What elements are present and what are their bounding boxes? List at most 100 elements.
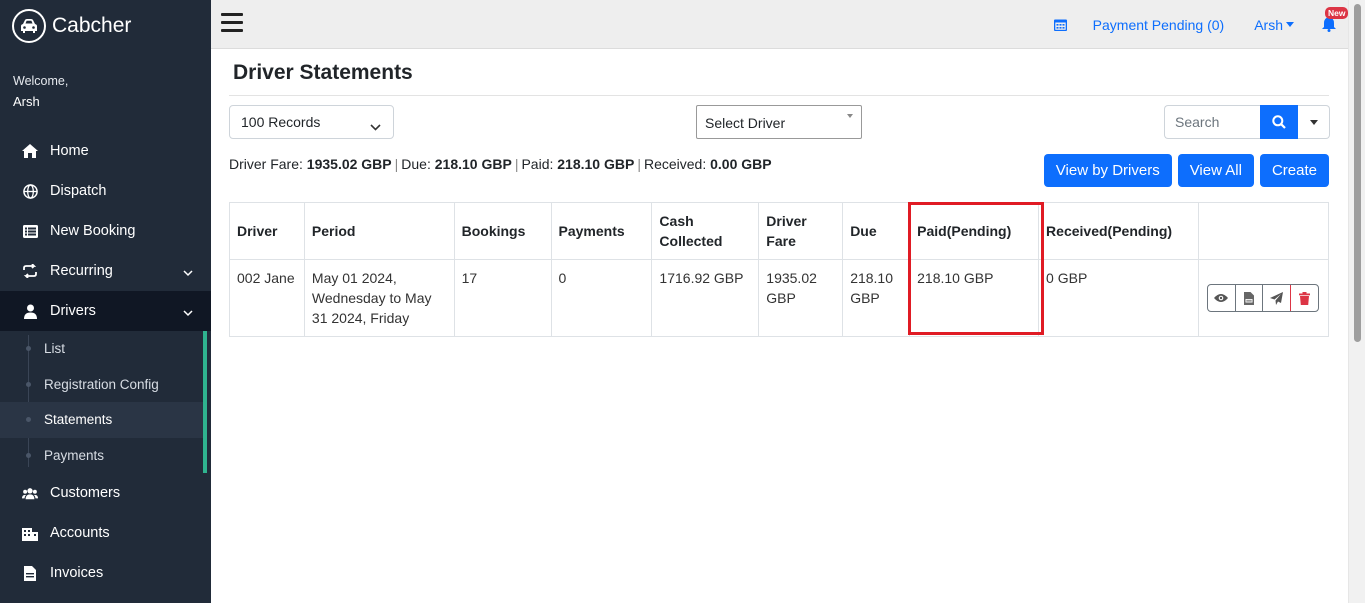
- records-per-page-select[interactable]: 100 Records: [229, 105, 394, 139]
- action-buttons: View by Drivers View All Create: [1043, 154, 1329, 187]
- sidebar-item-label: Accounts: [50, 525, 110, 541]
- trash-icon: [1299, 291, 1311, 305]
- user-menu[interactable]: Arsh: [1254, 17, 1294, 33]
- cell-received-pending: 0 GBP: [1038, 259, 1199, 337]
- cell-period: May 01 2024, Wednesday to May 31 2024, F…: [303, 259, 455, 337]
- cell-bookings: 17: [453, 259, 552, 337]
- send-button[interactable]: [1263, 285, 1292, 311]
- sidebar-item-label: Invoices: [50, 565, 104, 581]
- sidebar-nav: Home Dispatch New Booking Recurring Driv…: [0, 131, 211, 593]
- summary-received-label: Received:: [643, 156, 707, 172]
- list-icon: [22, 223, 38, 239]
- topbar-actions: Payment Pending (0) Arsh New: [1053, 0, 1349, 49]
- column-header[interactable]: Cash Collected: [651, 202, 760, 260]
- notifications-button[interactable]: New: [1322, 7, 1349, 32]
- statement-summary: Driver Fare: 1935.02 GBP | Due: 218.10 GBP…: [229, 156, 772, 172]
- hamburger-menu-icon[interactable]: [221, 13, 243, 33]
- calendar-icon[interactable]: [1053, 18, 1067, 31]
- column-header[interactable]: Bookings: [453, 202, 552, 260]
- delete-button[interactable]: [1290, 285, 1318, 311]
- sidebar-subitem-list[interactable]: List: [0, 331, 203, 367]
- caret-down-icon: [1309, 119, 1318, 125]
- search-options-dropdown[interactable]: [1298, 105, 1330, 139]
- cell-driver: 002 Jane: [229, 259, 305, 337]
- cell-driver-fare: 1935.02 GBP: [758, 259, 844, 337]
- view-all-button[interactable]: View All: [1177, 154, 1254, 187]
- table-header-row: Driver Period Bookings Payments Cash Col…: [229, 202, 1330, 260]
- sidebar-subitem-registration-config[interactable]: Registration Config: [0, 367, 203, 403]
- sidebar-item-recurring[interactable]: Recurring: [0, 251, 211, 291]
- brand-name: Cabcher: [52, 14, 132, 37]
- home-icon: [22, 143, 38, 159]
- summary-paid-label: Paid:: [521, 156, 554, 172]
- sidebar-subitem-payments[interactable]: Payments: [0, 438, 203, 474]
- welcome-user: Arsh: [13, 94, 40, 109]
- globe-icon: [22, 183, 38, 199]
- column-header[interactable]: Paid(Pending): [909, 202, 1040, 260]
- search-input[interactable]: [1164, 105, 1260, 139]
- cell-actions: [1197, 259, 1330, 337]
- column-header[interactable]: Payments: [550, 202, 653, 260]
- summary-due-label: Due:: [401, 156, 431, 172]
- repeat-icon: [22, 263, 38, 279]
- chevron-down-icon: [183, 305, 193, 321]
- user-icon: [22, 303, 38, 319]
- building-icon: [22, 525, 38, 541]
- cell-cash-collected: 1716.92 GBP: [651, 259, 760, 337]
- summary-due: 218.10 GBP: [434, 156, 512, 172]
- summary-driver-fare: 1935.02 GBP: [306, 156, 392, 172]
- sidebar-subitem-statements[interactable]: Statements: [0, 402, 203, 438]
- summary-driver-fare-label: Driver Fare:: [229, 156, 303, 172]
- sidebar-item-drivers[interactable]: Drivers: [0, 291, 211, 331]
- brand[interactable]: Cabcher: [0, 0, 211, 52]
- drivers-subnav: List Registration Config Statements Paym…: [0, 331, 207, 473]
- create-button[interactable]: Create: [1259, 154, 1329, 187]
- column-header[interactable]: Received(Pending): [1038, 202, 1199, 260]
- pdf-button[interactable]: [1236, 285, 1264, 311]
- column-header-actions: [1197, 202, 1330, 260]
- sidebar-item-label: Drivers: [50, 303, 96, 319]
- summary-received: 0.00 GBP: [710, 156, 772, 172]
- sidebar-item-accounts[interactable]: Accounts: [0, 513, 211, 553]
- search-group: [1164, 105, 1330, 139]
- view-by-drivers-button[interactable]: View by Drivers: [1043, 154, 1172, 187]
- sidebar-item-label: Home: [50, 143, 89, 159]
- cell-paid-pending: 218.10 GBP: [909, 259, 1040, 337]
- cell-due: 218.10 GBP: [842, 259, 911, 337]
- sidebar-item-label: New Booking: [50, 223, 136, 239]
- main-content: Driver Statements 100 Records Select Dri…: [211, 50, 1348, 603]
- records-select-value: 100 Records: [241, 114, 321, 130]
- view-button[interactable]: [1208, 285, 1236, 311]
- new-badge: New: [1325, 7, 1349, 19]
- column-header[interactable]: Period: [303, 202, 455, 260]
- user-menu-label: Arsh: [1254, 16, 1283, 33]
- search-button[interactable]: [1260, 105, 1298, 139]
- sidebar-item-dispatch[interactable]: Dispatch: [0, 171, 211, 211]
- sidebar-item-customers[interactable]: Customers: [0, 473, 211, 513]
- sidebar-item-home[interactable]: Home: [0, 131, 211, 171]
- file-icon: [22, 565, 38, 581]
- summary-paid: 218.10 GBP: [557, 156, 635, 172]
- sidebar-item-invoices[interactable]: Invoices: [0, 553, 211, 593]
- table-row: 002 Jane May 01 2024, Wednesday to May 3…: [229, 259, 1330, 337]
- search-icon: [1272, 115, 1286, 129]
- column-header[interactable]: Driver Fare: [758, 202, 844, 260]
- payment-pending-link[interactable]: Payment Pending (0): [1093, 17, 1225, 33]
- paper-plane-icon: [1270, 291, 1284, 305]
- page-title: Driver Statements: [233, 61, 413, 84]
- sidebar: Cabcher Welcome, Arsh Home Dispatch New …: [0, 0, 211, 603]
- cell-payments: 0: [550, 259, 653, 337]
- driver-select[interactable]: Select Driver: [696, 105, 862, 139]
- sidebar-item-label: Customers: [50, 485, 121, 501]
- driver-select-value: Select Driver: [705, 115, 786, 131]
- title-divider: [229, 95, 1329, 96]
- statements-table: Driver Period Bookings Payments Cash Col…: [229, 202, 1330, 337]
- eye-icon: [1214, 294, 1229, 302]
- bell-icon: [1322, 17, 1336, 32]
- triangle-down-icon: [847, 114, 853, 118]
- column-header[interactable]: Due: [842, 202, 911, 260]
- scrollbar-thumb[interactable]: [1354, 4, 1361, 342]
- column-header[interactable]: Driver: [229, 202, 305, 260]
- page-scrollbar[interactable]: [1348, 0, 1365, 603]
- sidebar-item-new-booking[interactable]: New Booking: [0, 211, 211, 251]
